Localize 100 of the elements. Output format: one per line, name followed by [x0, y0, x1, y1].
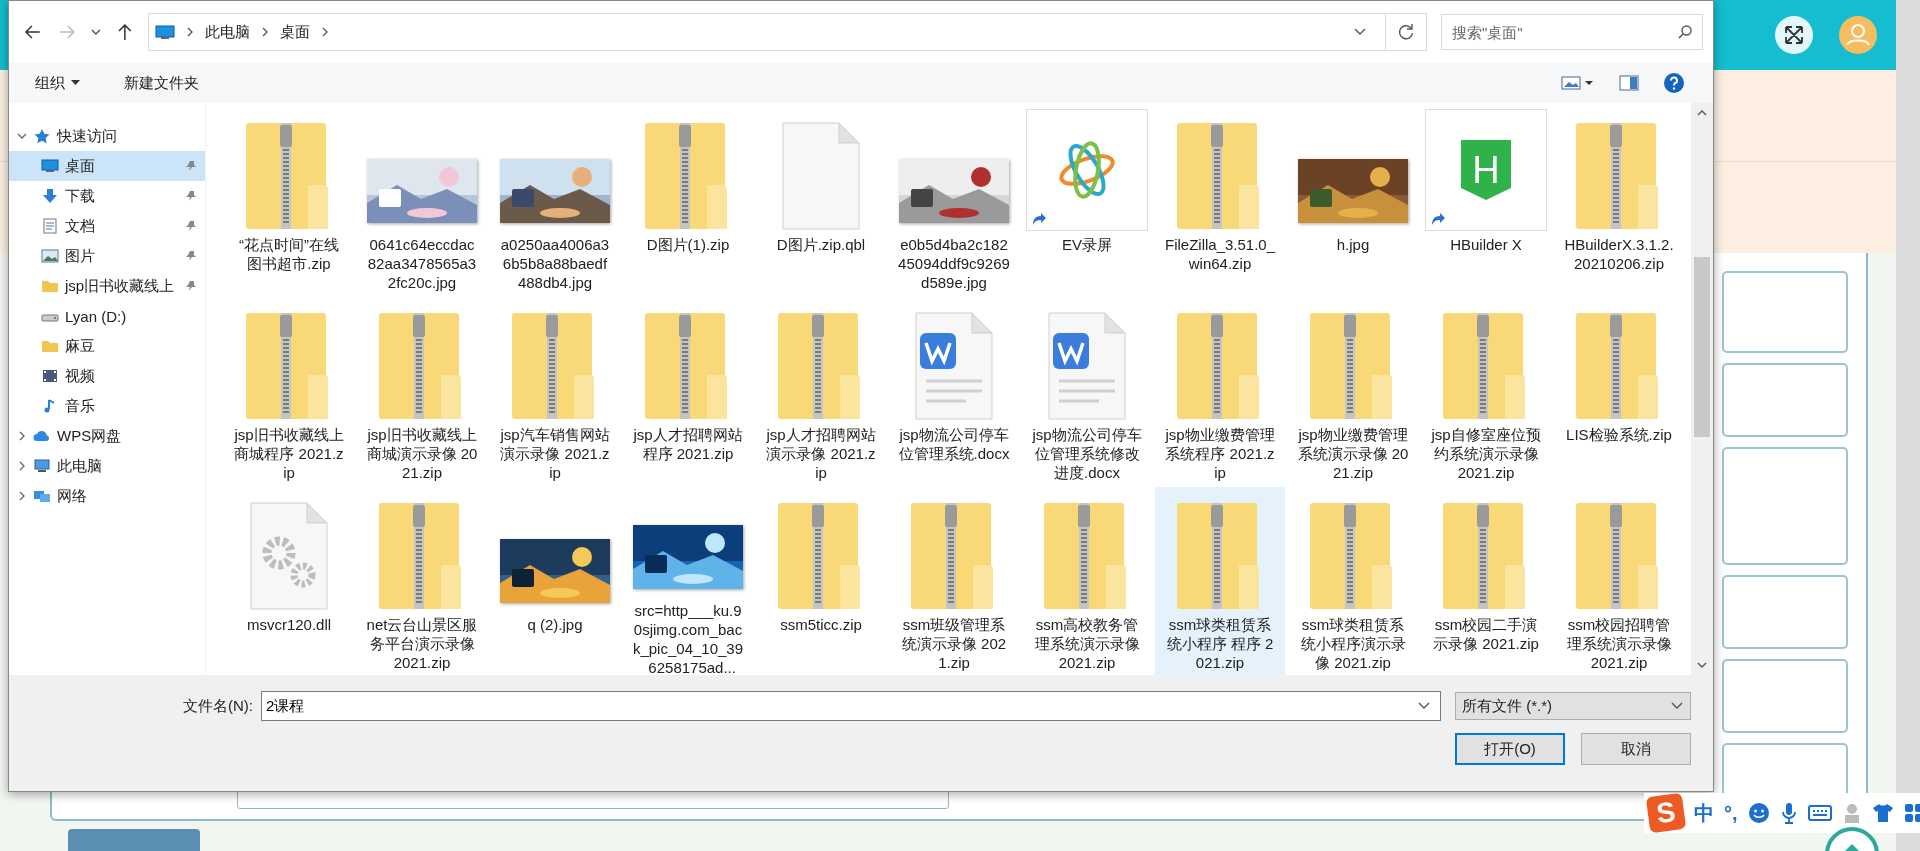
file-item[interactable]: a0250aa4006a36b5b8a88baedf488db4.jpg	[490, 107, 620, 297]
search-icon[interactable]	[1677, 24, 1693, 40]
file-item[interactable]: q (2).jpg	[490, 487, 620, 675]
file-name: jsp物业缴费管理系统程序 2021.zip	[1164, 425, 1276, 482]
file-item[interactable]: LIS检验系统.zip	[1554, 297, 1684, 487]
up-arrow-icon[interactable]	[116, 22, 134, 42]
new-folder-button[interactable]: 新建文件夹	[118, 69, 205, 97]
page-scrollbar[interactable]	[1896, 0, 1920, 851]
nav-item[interactable]: jsp旧书收藏线上	[9, 271, 205, 301]
file-name-field[interactable]: 2课程	[261, 691, 1441, 721]
file-item[interactable]: D图片.zip.qbl	[756, 107, 886, 297]
file-item[interactable]: jsp物业缴费管理系统演示录像 2021.zip	[1288, 297, 1418, 487]
file-item[interactable]: e0b5d4ba2c18245094ddf9c9269d589e.jpg	[889, 107, 1019, 297]
file-item[interactable]: net云台山景区服务平台演示录像 2021.zip	[357, 487, 487, 675]
refresh-icon[interactable]	[1397, 23, 1415, 41]
file-item[interactable]: ssm班级管理系统演示录像 2021.zip	[889, 487, 1019, 675]
file-item[interactable]: ssm5ticc.zip	[756, 487, 886, 675]
nav-item[interactable]: Lyan (D:)	[9, 301, 205, 331]
file-item[interactable]: jsp物流公司停车位管理系统.docx	[889, 297, 1019, 487]
nav-item[interactable]: WPS网盘	[57, 426, 122, 446]
pin-icon[interactable]	[185, 160, 197, 172]
grid-icon[interactable]	[1903, 803, 1920, 823]
file-item[interactable]: jsp物流公司停车位管理系统修改进度.docx	[1022, 297, 1152, 487]
scroll-down-icon[interactable]	[1697, 661, 1707, 669]
nav-item[interactable]: 快速访问	[57, 126, 117, 146]
fullscreen-icon[interactable]	[1774, 14, 1814, 55]
shirt-icon[interactable]	[1871, 803, 1894, 823]
preview-pane-icon[interactable]	[1619, 75, 1639, 91]
file-item[interactable]: ssm球类租赁系统小程序 程序 2021.zip	[1155, 487, 1285, 675]
input-mode-toggle[interactable]: 中	[1694, 799, 1714, 827]
chevron-right-icon[interactable]	[17, 491, 27, 501]
nav-item[interactable]: 文档	[9, 211, 205, 241]
file-item[interactable]: D图片(1).zip	[623, 107, 753, 297]
microphone-icon[interactable]	[1779, 802, 1798, 824]
file-item[interactable]: ssm校园招聘管理系统演示录像 2021.zip	[1554, 487, 1684, 675]
folder-icon	[41, 338, 59, 354]
file-name: jsp自修室座位预约系统演示录像 2021.zip	[1430, 425, 1542, 482]
file-item[interactable]: FileZilla_3.51.0_win64.zip	[1155, 107, 1285, 297]
file-item[interactable]: jsp人才招聘网站演示录像 2021.zip	[756, 297, 886, 487]
file-name: msvcr120.dll	[245, 615, 333, 634]
breadcrumb[interactable]: 桌面	[279, 22, 310, 42]
pin-icon[interactable]	[185, 280, 197, 292]
file-item[interactable]: HBuilderX.3.1.2.20210206.zip	[1554, 107, 1684, 297]
file-item[interactable]: h.jpg	[1288, 107, 1418, 297]
document-icon	[912, 311, 996, 421]
file-type-dropdown[interactable]: 所有文件 (*.*)	[1455, 692, 1691, 720]
file-name: ssm球类租赁系统小程序 程序 2021.zip	[1165, 615, 1275, 672]
file-item[interactable]: jsp自修室座位预约系统演示录像 2021.zip	[1421, 297, 1551, 487]
file-item[interactable]: 0641c64eccdac82aa3478565a32fc20c.jpg	[357, 107, 487, 297]
chevron-down-icon[interactable]	[17, 131, 27, 141]
chevron-right-icon[interactable]	[17, 431, 27, 441]
file-item[interactable]: jsp汽车销售网站演示录像 2021.zip	[490, 297, 620, 487]
file-item[interactable]: EV录屏	[1022, 107, 1152, 297]
file-item[interactable]: ssm校园二手演示录像 2021.zip	[1421, 487, 1551, 675]
network-icon	[33, 488, 51, 504]
nav-item[interactable]: 图片	[9, 241, 205, 271]
file-item[interactable]: jsp人才招聘网站程序 2021.zip	[623, 297, 753, 487]
pin-icon[interactable]	[185, 220, 197, 232]
open-button[interactable]: 打开(O)	[1455, 733, 1565, 765]
file-item[interactable]: H HBuilder X	[1421, 107, 1551, 297]
file-item[interactable]: src=http___ku.90sjimg.com_back_pic_04_10_39_6258175ad...	[623, 487, 753, 675]
file-name: ssm高校教务管理系统演示录像 2021.zip	[1033, 615, 1141, 672]
file-name: e0b5d4ba2c18245094ddf9c9269d589e.jpg	[898, 235, 1010, 292]
organize-menu[interactable]: 组织	[29, 69, 86, 97]
help-icon[interactable]	[1663, 72, 1685, 94]
nav-item[interactable]: 下载	[9, 181, 205, 211]
cancel-button[interactable]: 取消	[1581, 733, 1691, 765]
file-item[interactable]: jsp旧书收藏线上商城程序 2021.zip	[224, 297, 354, 487]
picture-icon	[41, 248, 59, 264]
file-item[interactable]: ssm高校教务管理系统演示录像 2021.zip	[1022, 487, 1152, 675]
file-name: jsp旧书收藏线上商城程序 2021.zip	[233, 425, 345, 482]
search-field[interactable]: 搜索"桌面"	[1441, 14, 1703, 50]
file-name: jsp人才招聘网站演示录像 2021.zip	[765, 425, 877, 482]
file-name: jsp物流公司停车位管理系统修改进度.docx	[1031, 425, 1143, 482]
chevron-right-icon[interactable]	[17, 461, 27, 471]
nav-item[interactable]: 桌面	[9, 151, 205, 181]
pin-icon[interactable]	[185, 250, 197, 262]
file-name: jsp人才招聘网站程序 2021.zip	[632, 425, 744, 463]
scroll-thumb[interactable]	[1694, 257, 1710, 437]
scrollbar[interactable]	[1691, 103, 1713, 675]
address-bar[interactable]: 此电脑 桌面	[147, 13, 1427, 51]
file-name: HBuilder X	[1449, 235, 1523, 254]
view-icon[interactable]	[1561, 75, 1595, 91]
scroll-up-icon[interactable]	[1697, 109, 1707, 117]
nav-item[interactable]: 麻豆	[9, 331, 205, 361]
nav-item[interactable]: 此电脑	[57, 456, 102, 476]
breadcrumb[interactable]: 此电脑	[204, 22, 250, 42]
punctuation-toggle[interactable]: °,	[1724, 801, 1738, 825]
file-item[interactable]: jsp旧书收藏线上商城演示录像 2021.zip	[357, 297, 487, 487]
nav-item[interactable]: 视频	[9, 361, 205, 391]
file-item[interactable]: ssm球类租赁系统小程序演示录像 2021.zip	[1288, 487, 1418, 675]
pin-icon[interactable]	[185, 190, 197, 202]
keyboard-icon[interactable]	[1807, 804, 1832, 822]
file-item[interactable]: jsp物业缴费管理系统程序 2021.zip	[1155, 297, 1285, 487]
smiley-icon[interactable]	[1747, 802, 1770, 824]
file-item[interactable]: msvcr120.dll	[224, 487, 354, 675]
file-item[interactable]: “花点时间”在线图书超市.zip	[224, 107, 354, 297]
nav-item[interactable]: 网络	[57, 486, 87, 506]
nav-item[interactable]: 音乐	[9, 391, 205, 421]
file-name: jsp旧书收藏线上商城演示录像 2021.zip	[366, 425, 478, 482]
